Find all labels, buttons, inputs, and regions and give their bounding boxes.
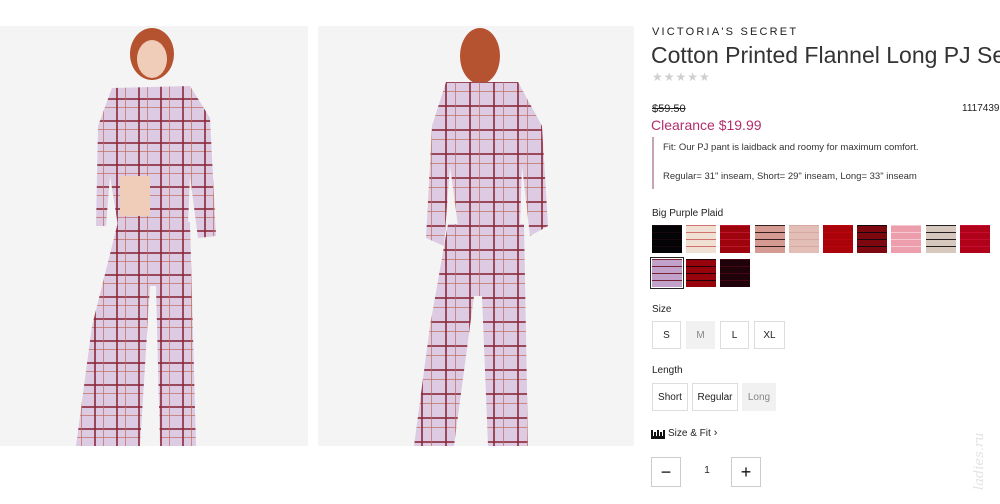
color-swatch-black-white-check[interactable] — [925, 225, 956, 253]
watermark-text: ladies.ru — [972, 432, 987, 490]
length-option-short[interactable]: Short — [652, 383, 688, 411]
color-swatch-red-pattern[interactable] — [720, 225, 751, 253]
quantity-decrement-button[interactable]: − — [651, 457, 681, 487]
color-swatch-red-black-plaid[interactable] — [686, 259, 717, 287]
size-option-m[interactable]: M — [686, 321, 715, 349]
selected-color-label: Big Purple Plaid — [652, 208, 724, 219]
size-label: Size — [652, 304, 672, 315]
fit-note: Fit: Our PJ pant is laidback and roomy f… — [663, 142, 919, 153]
color-swatch-navy-red-plaid[interactable] — [857, 225, 888, 253]
product-title: Cotton Printed Flannel Long PJ Set — [651, 42, 1000, 68]
length-label: Length — [652, 365, 683, 376]
model-front-photo[interactable] — [0, 26, 308, 446]
rating-stars[interactable]: ★★★★★ — [652, 70, 711, 84]
color-swatch-red-solid[interactable] — [823, 225, 853, 253]
size-option-l[interactable]: L — [720, 321, 749, 349]
color-swatch-big-purple-plaid[interactable] — [650, 257, 684, 289]
color-swatch-magenta-plaid[interactable] — [959, 225, 990, 253]
size-option-s[interactable]: S — [652, 321, 681, 349]
quantity-value[interactable]: 1 — [697, 465, 717, 476]
size-option-xl[interactable]: XL — [754, 321, 785, 349]
inseam-note: Regular= 31" inseam, Short= 29" inseam, … — [663, 171, 917, 182]
sale-price: Clearance $19.99 — [651, 117, 762, 133]
length-option-regular[interactable]: Regular — [692, 383, 738, 411]
brand-name: VICTORIA'S SECRET — [652, 26, 799, 38]
product-sku: 1117439 — [962, 103, 1000, 114]
ruler-icon — [651, 428, 665, 439]
size-fit-label: Size & Fit — [668, 427, 711, 439]
color-swatch-pink-gingham[interactable] — [754, 225, 785, 253]
original-price: $59.50 — [652, 103, 686, 115]
quantity-increment-button[interactable]: + — [731, 457, 761, 487]
color-swatch-wine-plaid[interactable] — [720, 259, 751, 287]
color-swatch-black-floral[interactable] — [652, 225, 682, 253]
model-back-photo[interactable] — [318, 26, 634, 446]
size-fit-link[interactable]: Size & Fit › — [651, 427, 717, 439]
fit-description: Fit: Our PJ pant is laidback and roomy f… — [652, 137, 994, 189]
color-swatch-blush-print[interactable] — [788, 225, 819, 253]
chevron-right-icon: › — [713, 427, 718, 439]
color-swatch-cream-dot[interactable] — [686, 225, 717, 253]
length-option-long[interactable]: Long — [742, 383, 776, 411]
color-swatch-pink-stripe[interactable] — [891, 225, 922, 253]
